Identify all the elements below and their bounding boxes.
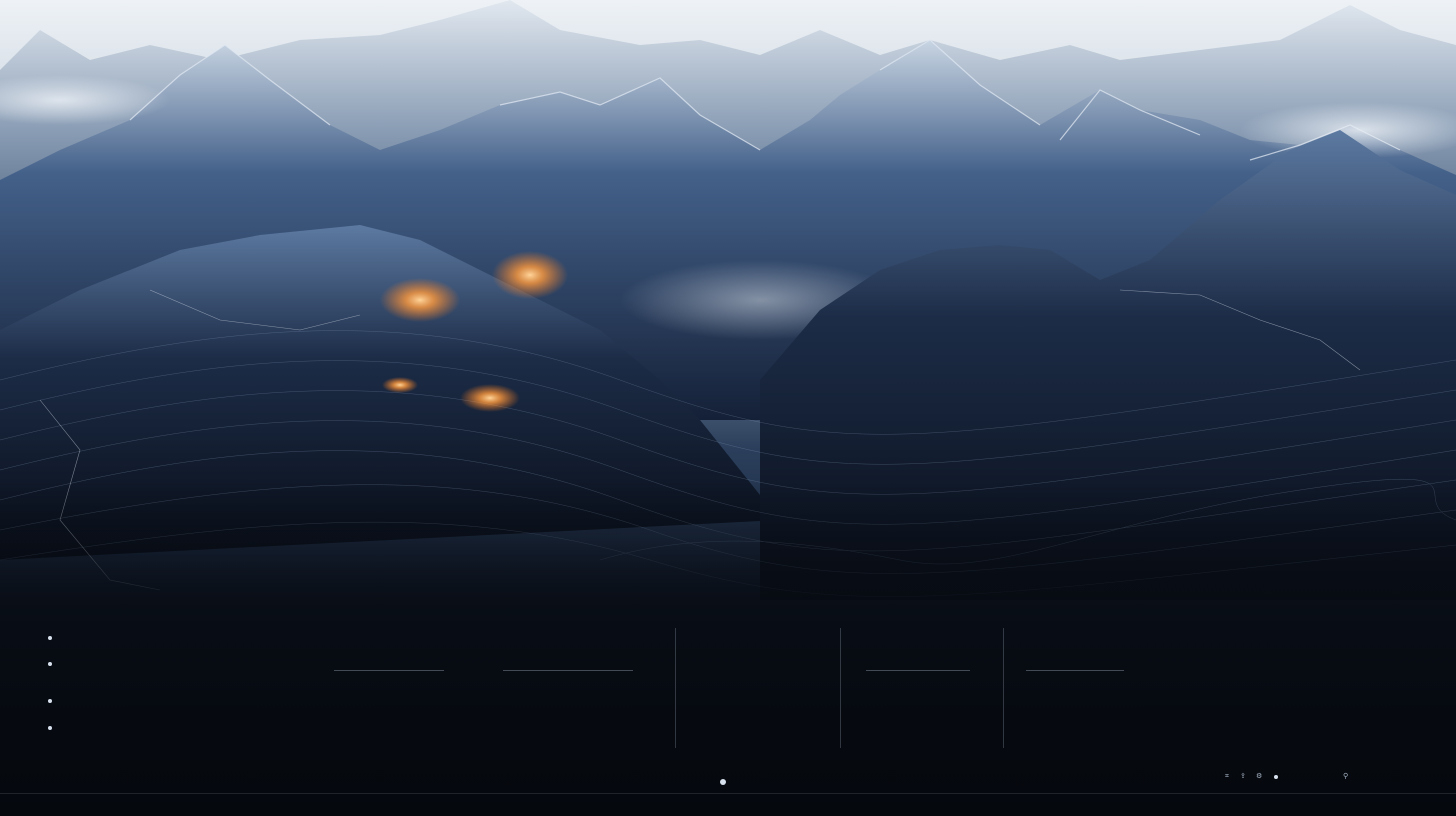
divider — [503, 670, 633, 671]
glow-hotspot-4 — [382, 377, 418, 393]
footer-divider — [0, 793, 1456, 794]
divider — [334, 670, 444, 671]
column-separator — [840, 628, 841, 748]
bottom-shadow — [0, 480, 1456, 816]
glow-hotspot-2 — [492, 251, 568, 299]
page-indicator-dot[interactable] — [720, 779, 726, 785]
legend-bullet — [48, 636, 52, 640]
glow-hotspot-1 — [380, 278, 460, 322]
legend-bullet — [48, 699, 52, 703]
share-icon[interactable]: ⇪ — [1240, 772, 1246, 780]
grid-icon[interactable]: ⌗ — [1225, 772, 1229, 781]
dot-icon[interactable] — [1274, 775, 1278, 779]
legend-bullet — [48, 726, 52, 730]
terrain-visualization: ⌗ ⇪ ⚙ ⚲ — [0, 0, 1456, 816]
column-separator — [1003, 628, 1004, 748]
link-icon[interactable]: ⚲ — [1343, 772, 1348, 780]
column-separator — [675, 628, 676, 748]
divider — [866, 670, 970, 671]
glow-hotspot-3 — [460, 384, 520, 412]
divider — [1026, 670, 1124, 671]
mountain-terrain-artwork — [0, 0, 1456, 816]
settings-icon[interactable]: ⚙ — [1256, 772, 1262, 780]
legend-bullet — [48, 662, 52, 666]
